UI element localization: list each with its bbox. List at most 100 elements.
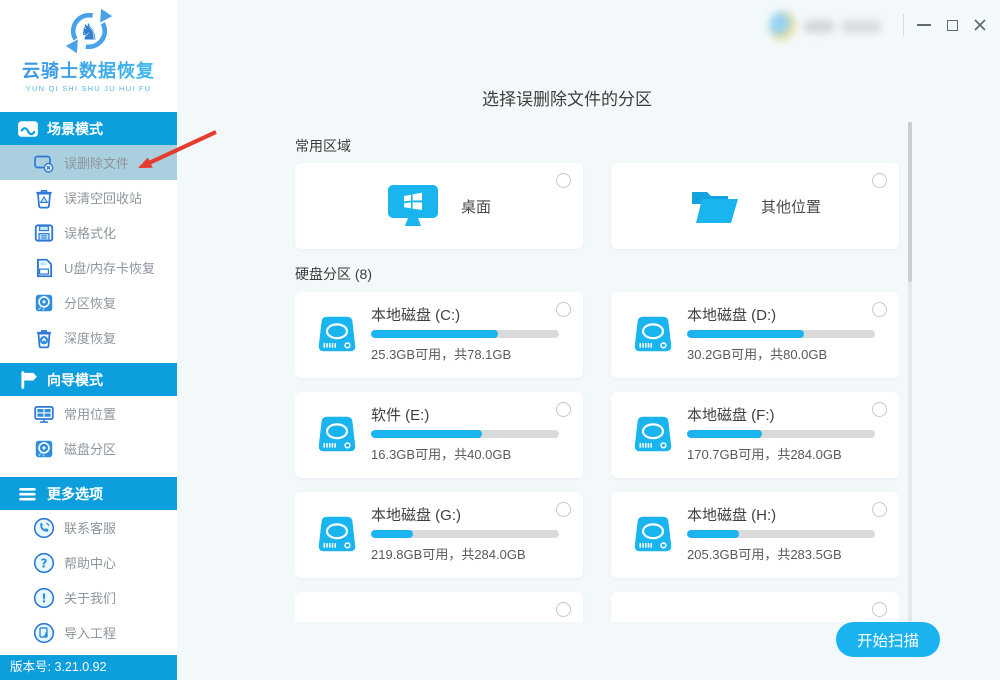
- section-header-label: 场景模式: [47, 119, 103, 139]
- partition-list: 本地磁盘 (C:) 25.3GB可用，共78.1GB 本地磁盘 (D:) 30.…: [295, 292, 899, 622]
- hard-drive-icon: [317, 312, 357, 356]
- hard-drive-icon: [633, 412, 673, 456]
- hard-drive-icon: [633, 512, 673, 556]
- question-circle-icon: ?: [33, 552, 55, 574]
- card-label: 桌面: [461, 196, 491, 217]
- partition-capacity: 170.7GB可用，共284.0GB: [687, 444, 842, 463]
- sidebar-item-label: 常用位置: [64, 404, 116, 423]
- trash-restore-icon: [33, 327, 55, 349]
- sidebar-item-formatted[interactable]: 误格式化: [0, 215, 177, 250]
- phone-circle-icon: [33, 517, 55, 539]
- open-folder-icon: [689, 187, 739, 225]
- scrollbar-thumb[interactable]: [908, 122, 912, 282]
- desktop-card[interactable]: 桌面: [295, 163, 583, 249]
- sidebar-item-common-locations[interactable]: 常用位置: [0, 396, 177, 431]
- sidebar-item-usb-memory-card[interactable]: U盘/内存卡恢复: [0, 250, 177, 285]
- partition-card-f[interactable]: 本地磁盘 (F:) 170.7GB可用，共284.0GB: [611, 392, 899, 478]
- partition-card-partial[interactable]: [611, 592, 899, 622]
- app-logo: ♞ 云骑士数据恢复 YUN QI SHI SHU JU HUI FU: [0, 0, 177, 112]
- sidebar-item-partition-recovery[interactable]: 分区恢复: [0, 285, 177, 320]
- partition-radio[interactable]: [872, 402, 887, 417]
- partition-name: 本地磁盘 (F:): [687, 404, 775, 425]
- usage-bar: [687, 430, 875, 438]
- sidebar-item-contact-support[interactable]: 联系客服: [0, 510, 177, 545]
- desktop-radio[interactable]: [556, 173, 571, 188]
- partition-radio[interactable]: [872, 502, 887, 517]
- sidebar-item-label: 分区恢复: [64, 293, 116, 312]
- partition-radio[interactable]: [556, 602, 571, 617]
- wave-icon: [17, 118, 39, 140]
- window-controls: [903, 0, 994, 50]
- sidebar-item-about-us[interactable]: ! 关于我们: [0, 580, 177, 615]
- partition-card-partial[interactable]: [295, 592, 583, 622]
- partition-name: 软件 (E:): [371, 404, 429, 425]
- menu-lines-icon: [17, 483, 39, 505]
- sidebar-item-label: 误删除文件: [64, 153, 129, 172]
- red-arrow-pointer: [136, 127, 220, 171]
- trash-recycle-icon: [33, 187, 55, 209]
- close-button[interactable]: [966, 10, 994, 40]
- partition-card-h[interactable]: 本地磁盘 (H:) 205.3GB可用，共283.5GB: [611, 492, 899, 578]
- desktop-windows-icon: [387, 184, 439, 228]
- file-remove-icon: [33, 152, 55, 174]
- floppy-icon: [33, 222, 55, 244]
- hard-drive-icon: [633, 312, 673, 356]
- sidebar-item-label: 帮助中心: [64, 553, 116, 572]
- disk-square-icon: [33, 438, 55, 460]
- main-panel: 选择误删除文件的分区 常用区域 桌面: [177, 0, 1000, 680]
- partition-card-g[interactable]: 本地磁盘 (G:) 219.8GB可用，共284.0GB: [295, 492, 583, 578]
- partition-name: 本地磁盘 (H:): [687, 504, 776, 525]
- svg-text:?: ?: [41, 556, 48, 570]
- sidebar-item-disk-partitions[interactable]: 磁盘分区: [0, 431, 177, 466]
- sidebar-item-label: 关于我们: [64, 588, 116, 607]
- hard-drive-icon: [317, 512, 357, 556]
- user-account-badge[interactable]: [769, 10, 881, 42]
- minimize-button[interactable]: [910, 10, 938, 40]
- partition-name: 本地磁盘 (D:): [687, 304, 776, 325]
- minimize-icon: [917, 24, 931, 26]
- other-location-radio[interactable]: [872, 173, 887, 188]
- sidebar-item-deep-recovery[interactable]: 深度恢复: [0, 320, 177, 355]
- partition-capacity: 16.3GB可用，共40.0GB: [371, 444, 511, 463]
- partition-radio[interactable]: [872, 602, 887, 617]
- maximize-button[interactable]: [938, 10, 966, 40]
- usage-bar: [687, 330, 875, 338]
- partition-radio[interactable]: [556, 302, 571, 317]
- vertical-scrollbar[interactable]: [908, 122, 912, 622]
- import-circle-icon: [33, 622, 55, 644]
- other-location-card[interactable]: 其他位置: [611, 163, 899, 249]
- sidebar-item-label: 磁盘分区: [64, 439, 116, 458]
- partition-card-e[interactable]: 软件 (E:) 16.3GB可用，共40.0GB: [295, 392, 583, 478]
- sd-card-icon: [33, 257, 55, 279]
- sidebar-item-label: U盘/内存卡恢复: [64, 258, 155, 277]
- common-area-cards: 桌面 其他位置: [295, 163, 899, 249]
- partition-capacity: 219.8GB可用，共284.0GB: [371, 544, 526, 563]
- logo-subtitle: YUN QI SHI SHU JU HUI FU: [0, 84, 177, 93]
- partition-radio[interactable]: [556, 502, 571, 517]
- partition-capacity: 25.3GB可用，共78.1GB: [371, 344, 511, 363]
- partition-capacity: 205.3GB可用，共283.5GB: [687, 544, 842, 563]
- partition-radio[interactable]: [556, 402, 571, 417]
- section-header-more-options: 更多选项: [0, 477, 177, 510]
- usage-bar: [371, 430, 559, 438]
- sidebar-item-label: 误清空回收站: [64, 188, 142, 207]
- partition-radio[interactable]: [872, 302, 887, 317]
- signpost-icon: [17, 369, 39, 391]
- sidebar-item-emptied-recycle-bin[interactable]: 误清空回收站: [0, 180, 177, 215]
- hard-drive-icon: [317, 412, 357, 456]
- disk-square-icon: [33, 292, 55, 314]
- sidebar-item-label: 深度恢复: [64, 328, 116, 347]
- app-window: ♞ 云骑士数据恢复 YUN QI SHI SHU JU HUI FU 场景模式 …: [0, 0, 1000, 680]
- partition-name: 本地磁盘 (C:): [371, 304, 460, 325]
- section-header-label: 向导模式: [47, 370, 103, 390]
- maximize-icon: [947, 20, 958, 31]
- sidebar-item-import-project[interactable]: 导入工程: [0, 615, 177, 650]
- partition-card-d[interactable]: 本地磁盘 (D:) 30.2GB可用，共80.0GB: [611, 292, 899, 378]
- partition-card-c[interactable]: 本地磁盘 (C:) 25.3GB可用，共78.1GB: [295, 292, 583, 378]
- exclaim-circle-icon: !: [33, 587, 55, 609]
- svg-text:♞: ♞: [79, 19, 99, 45]
- start-scan-button[interactable]: 开始扫描: [836, 622, 940, 657]
- sidebar-item-label: 联系客服: [64, 518, 116, 537]
- usage-bar: [371, 330, 559, 338]
- sidebar-item-help-center[interactable]: ? 帮助中心: [0, 545, 177, 580]
